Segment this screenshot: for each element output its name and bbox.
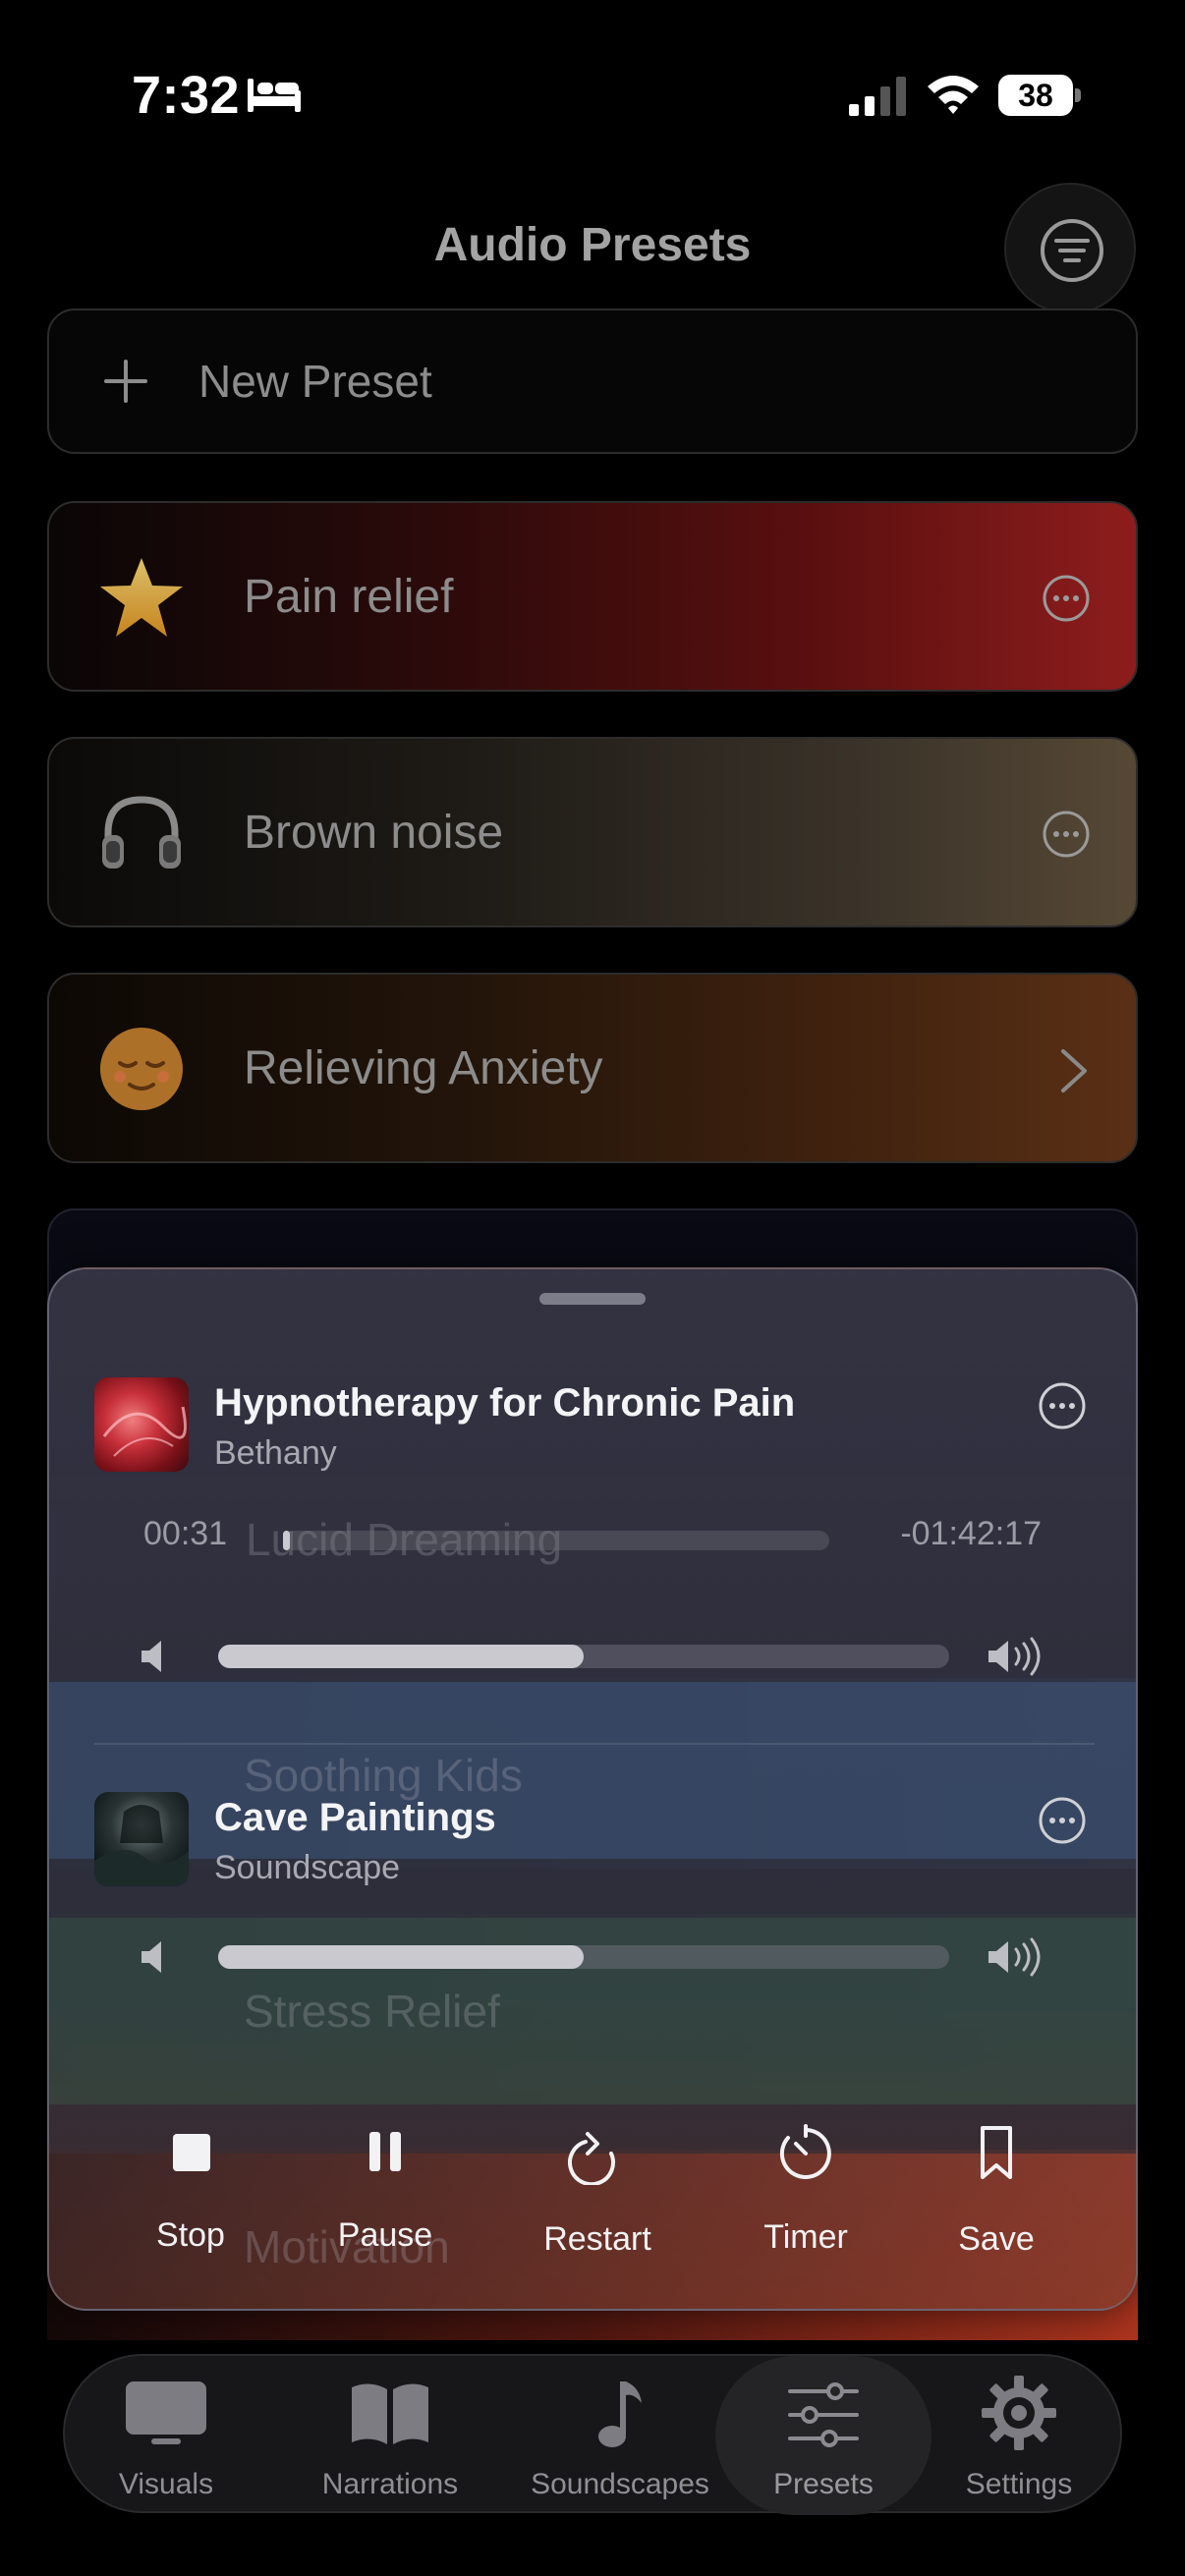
artwork-cave: [94, 1805, 189, 1886]
restart-icon: [568, 2132, 615, 2185]
pause-button[interactable]: Pause: [297, 2122, 474, 2269]
preset-card-pain-relief[interactable]: Pain relief: [47, 501, 1138, 692]
chevron-right-icon[interactable]: [1059, 1047, 1089, 1094]
soundscape-volume-slider[interactable]: [218, 1945, 949, 1969]
restart-button[interactable]: Restart: [509, 2122, 686, 2269]
narration-volume-fill: [218, 1645, 584, 1668]
tab-label: Presets: [773, 2468, 874, 2500]
soundscape-title: Cave Paintings: [214, 1796, 496, 1839]
filter-icon: [1041, 219, 1103, 282]
tab-settings[interactable]: Settings: [935, 2356, 1102, 2515]
new-preset-label: New Preset: [198, 356, 432, 407]
soundscape-artwork: [94, 1792, 189, 1886]
tab-label: Narrations: [321, 2468, 459, 2500]
artwork-swirl: [102, 1406, 187, 1457]
elapsed-time: 00:31: [143, 1515, 228, 1552]
timer-label: Timer: [763, 2218, 848, 2256]
narration-more-icon[interactable]: [1038, 1381, 1087, 1430]
wifi-icon: [928, 76, 979, 114]
timer-icon: [779, 2124, 831, 2179]
sheet-grabber[interactable]: [539, 1293, 646, 1305]
tab-bar: Visuals Narrations Soundscapes Presets S…: [63, 2354, 1122, 2515]
narration-title: Hypnotherapy for Chronic Pain: [214, 1381, 796, 1425]
narration-artwork: [94, 1377, 189, 1472]
volume-low-icon: [141, 1641, 161, 1672]
preset-label: Pain relief: [244, 571, 454, 623]
volume-high-icon: [988, 1637, 1041, 1676]
now-playing-sheet[interactable]: Lucid Dreaming Soothing Kids Stress Reli…: [47, 1267, 1138, 2311]
battery-cap: [1075, 88, 1081, 102]
preset-card-relieving-anxiety[interactable]: Relieving Anxiety: [47, 973, 1138, 1163]
tab-label: Settings: [965, 2468, 1073, 2500]
monitor-icon: [126, 2381, 206, 2444]
preset-label: Relieving Anxiety: [244, 1042, 603, 1094]
stop-label: Stop: [156, 2216, 225, 2254]
tab-narrations[interactable]: Narrations: [297, 2356, 483, 2515]
save-label: Save: [958, 2220, 1035, 2258]
music-note-icon: [598, 2381, 642, 2447]
battery-indicator: 38: [998, 75, 1081, 116]
tab-soundscapes[interactable]: Soundscapes: [507, 2356, 733, 2515]
tab-visuals[interactable]: Visuals: [83, 2356, 250, 2515]
more-icon[interactable]: [1042, 574, 1091, 623]
preset-label: Brown noise: [244, 807, 504, 859]
narration-subtitle: Bethany: [214, 1434, 337, 1472]
gear-icon: [982, 2376, 1056, 2450]
pause-label: Pause: [337, 2216, 433, 2254]
stop-icon: [173, 2134, 210, 2171]
ghost-preset-label: Soothing Kids: [244, 1750, 523, 1801]
tab-label: Visuals: [118, 2468, 214, 2500]
restart-label: Restart: [543, 2220, 651, 2258]
relieved-face-icon: [100, 1028, 183, 1110]
star-icon: [100, 558, 183, 637]
bookmark-icon: [981, 2126, 1012, 2179]
stop-button[interactable]: Stop: [102, 2122, 279, 2269]
sliders-icon: [788, 2382, 859, 2447]
more-icon[interactable]: [1042, 810, 1091, 859]
tab-presets[interactable]: Presets: [715, 2356, 931, 2515]
playback-progress-slider[interactable]: [283, 1531, 829, 1550]
new-preset-button[interactable]: New Preset: [47, 308, 1138, 454]
timer-button[interactable]: Timer: [717, 2122, 894, 2269]
status-time: 7:32: [132, 66, 241, 125]
filter-button[interactable]: [1004, 183, 1136, 314]
remaining-time: -01:42:17: [900, 1515, 1042, 1552]
sleep-focus-icon: [248, 79, 301, 112]
playback-progress-fill: [283, 1531, 290, 1550]
save-button[interactable]: Save: [908, 2122, 1085, 2269]
ghost-preset-label: Stress Relief: [244, 1986, 500, 2037]
volume-high-icon: [988, 1937, 1041, 1977]
book-icon: [352, 2383, 428, 2444]
volume-low-icon: [141, 1941, 161, 1973]
soundscape-subtitle: Soundscape: [214, 1849, 401, 1886]
narration-volume-slider[interactable]: [218, 1645, 949, 1668]
plus-icon: [104, 360, 147, 403]
soundscape-more-icon[interactable]: [1038, 1796, 1087, 1845]
player-blue-band: [49, 1682, 1136, 1859]
track-divider: [94, 1743, 1095, 1745]
pause-icon: [369, 2132, 401, 2171]
status-bar: 7:32 38: [0, 0, 1185, 187]
cellular-signal-icon: [849, 77, 906, 116]
preset-card-brown-noise[interactable]: Brown noise: [47, 737, 1138, 927]
headphones-icon: [102, 796, 181, 868]
soundscape-volume-fill: [218, 1945, 584, 1969]
battery-level: 38: [998, 75, 1073, 116]
tab-label: Soundscapes: [531, 2468, 709, 2500]
